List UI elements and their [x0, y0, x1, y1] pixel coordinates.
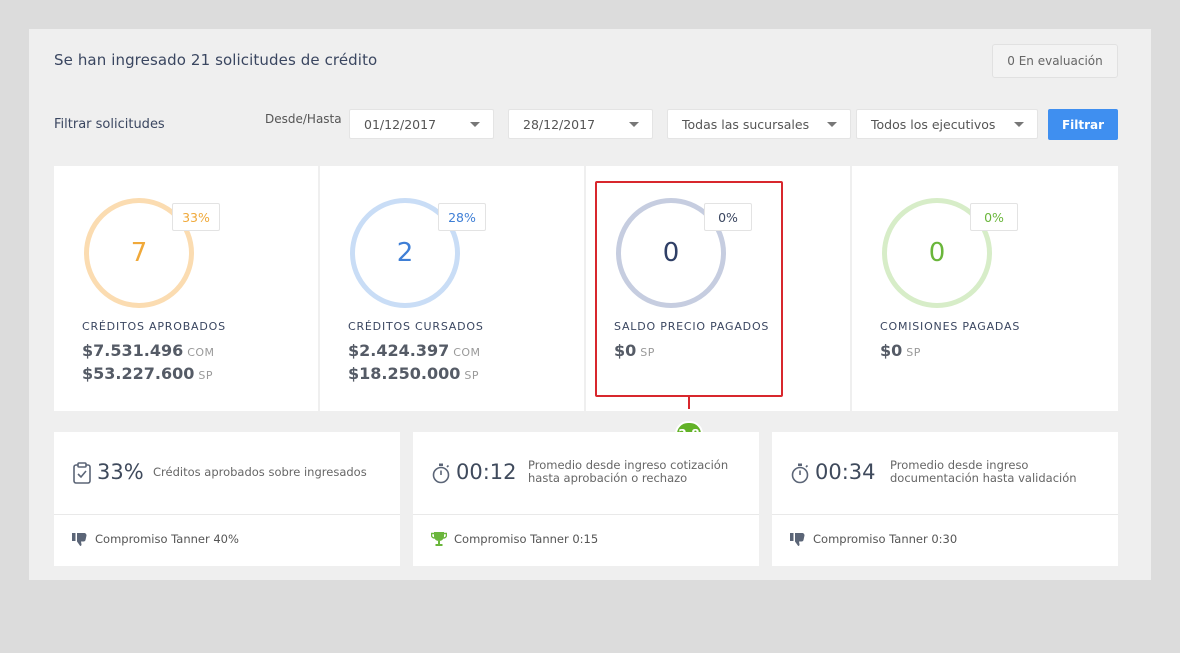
stat-card-aprobados: 7 33% CRÉDITOS APROBADOS $7.531.496 COM $… — [54, 166, 318, 411]
stopwatch-icon — [432, 463, 450, 484]
chevron-down-icon — [1014, 122, 1024, 127]
kpi-footer-label: Compromiso Tanner 0:30 — [813, 532, 958, 546]
kpi-footer-label: Compromiso Tanner 40% — [95, 532, 239, 546]
kpi-desc-line: hasta aprobación o rechazo — [528, 471, 688, 485]
chevron-down-icon — [629, 122, 639, 127]
kpi-footer: Compromiso Tanner 40% — [72, 532, 239, 546]
kpi-card-quote-time: 00:12 Promedio desde ingreso cotización … — [413, 432, 759, 566]
from-date-value: 01/12/2017 — [364, 116, 437, 132]
executive-select[interactable]: Todos los ejecutivos — [856, 109, 1038, 139]
kpi-card-validation-time: 00:34 Promedio desde ingreso documentaci… — [772, 432, 1118, 566]
amount-suffix: COM — [453, 346, 481, 359]
clipboard-check-icon — [73, 462, 91, 484]
kpi-footer: Compromiso Tanner 0:30 — [790, 532, 957, 546]
to-date-select[interactable]: 28/12/2017 — [508, 109, 653, 139]
kpi-card-approval-rate: 33% Créditos aprobados sobre ingresados … — [54, 432, 400, 566]
kpi-top: 33% Créditos aprobados sobre ingresados — [54, 432, 400, 515]
amount-suffix: SP — [906, 346, 921, 359]
amount-value: $0 — [880, 341, 903, 360]
executive-value: Todos los ejecutivos — [871, 116, 996, 132]
kpi-description: Créditos aprobados sobre ingresados — [153, 466, 367, 479]
kpi-top: 00:34 Promedio desde ingreso documentaci… — [772, 432, 1118, 515]
percent-badge: 0% — [970, 203, 1018, 231]
highlight-connector — [688, 397, 690, 409]
kpi-description: Promedio desde ingreso documentación has… — [890, 459, 1077, 485]
kpi-value: 00:34 — [815, 460, 876, 484]
from-date-select[interactable]: 01/12/2017 — [349, 109, 494, 139]
kpi-description: Promedio desde ingreso cotización hasta … — [528, 459, 728, 485]
stat-amount-sp: $0 SP — [880, 341, 921, 360]
chevron-down-icon — [827, 122, 837, 127]
amount-value: $18.250.000 — [348, 364, 461, 383]
to-date-value: 28/12/2017 — [523, 116, 596, 132]
amount-value: $7.531.496 — [82, 341, 184, 360]
stat-amount-com: $2.424.397 COM — [348, 341, 481, 360]
branch-select[interactable]: Todas las sucursales — [667, 109, 851, 139]
amount-value: $2.424.397 — [348, 341, 450, 360]
branch-value: Todas las sucursales — [682, 116, 810, 132]
amount-suffix: COM — [187, 346, 215, 359]
stat-amount-sp: $53.227.600 SP — [82, 364, 213, 383]
amount-value: $53.227.600 — [82, 364, 195, 383]
kpi-desc-line: Créditos aprobados sobre ingresados — [153, 465, 367, 479]
highlight-box — [595, 181, 783, 397]
stat-label: CRÉDITOS APROBADOS — [82, 320, 226, 333]
page-title: Se han ingresado 21 solicitudes de crédi… — [54, 51, 378, 69]
stat-amount-com: $7.531.496 COM — [82, 341, 215, 360]
trophy-icon — [431, 532, 447, 546]
percent-badge: 33% — [172, 203, 220, 231]
kpi-footer-label: Compromiso Tanner 0:15 — [454, 532, 599, 546]
stat-label: COMISIONES PAGADAS — [880, 320, 1021, 333]
kpi-footer: Compromiso Tanner 0:15 — [431, 532, 598, 546]
filter-label: Filtrar solicitudes — [54, 117, 165, 132]
stat-card-comisiones: 0 0% COMISIONES PAGADAS $0 SP — [852, 166, 1118, 411]
percent-badge: 28% — [438, 203, 486, 231]
stat-amount-sp: $18.250.000 SP — [348, 364, 479, 383]
eval-status-badge[interactable]: 0 En evaluación — [992, 44, 1118, 78]
thumbs-down-icon — [790, 533, 805, 546]
kpi-value: 33% — [97, 460, 144, 484]
amount-suffix: SP — [464, 369, 479, 382]
stat-label: CRÉDITOS CURSADOS — [348, 320, 484, 333]
stat-card-cursados: 2 28% CRÉDITOS CURSADOS $2.424.397 COM $1… — [320, 166, 584, 411]
filter-button[interactable]: Filtrar — [1048, 109, 1118, 140]
date-range-label: Desde/Hasta — [265, 112, 342, 126]
kpi-value: 00:12 — [456, 460, 517, 484]
amount-suffix: SP — [198, 369, 213, 382]
kpi-top: 00:12 Promedio desde ingreso cotización … — [413, 432, 759, 515]
stopwatch-icon — [791, 463, 809, 484]
kpi-desc-line: documentación hasta validación — [890, 471, 1077, 485]
thumbs-down-icon — [72, 533, 87, 546]
chevron-down-icon — [470, 122, 480, 127]
